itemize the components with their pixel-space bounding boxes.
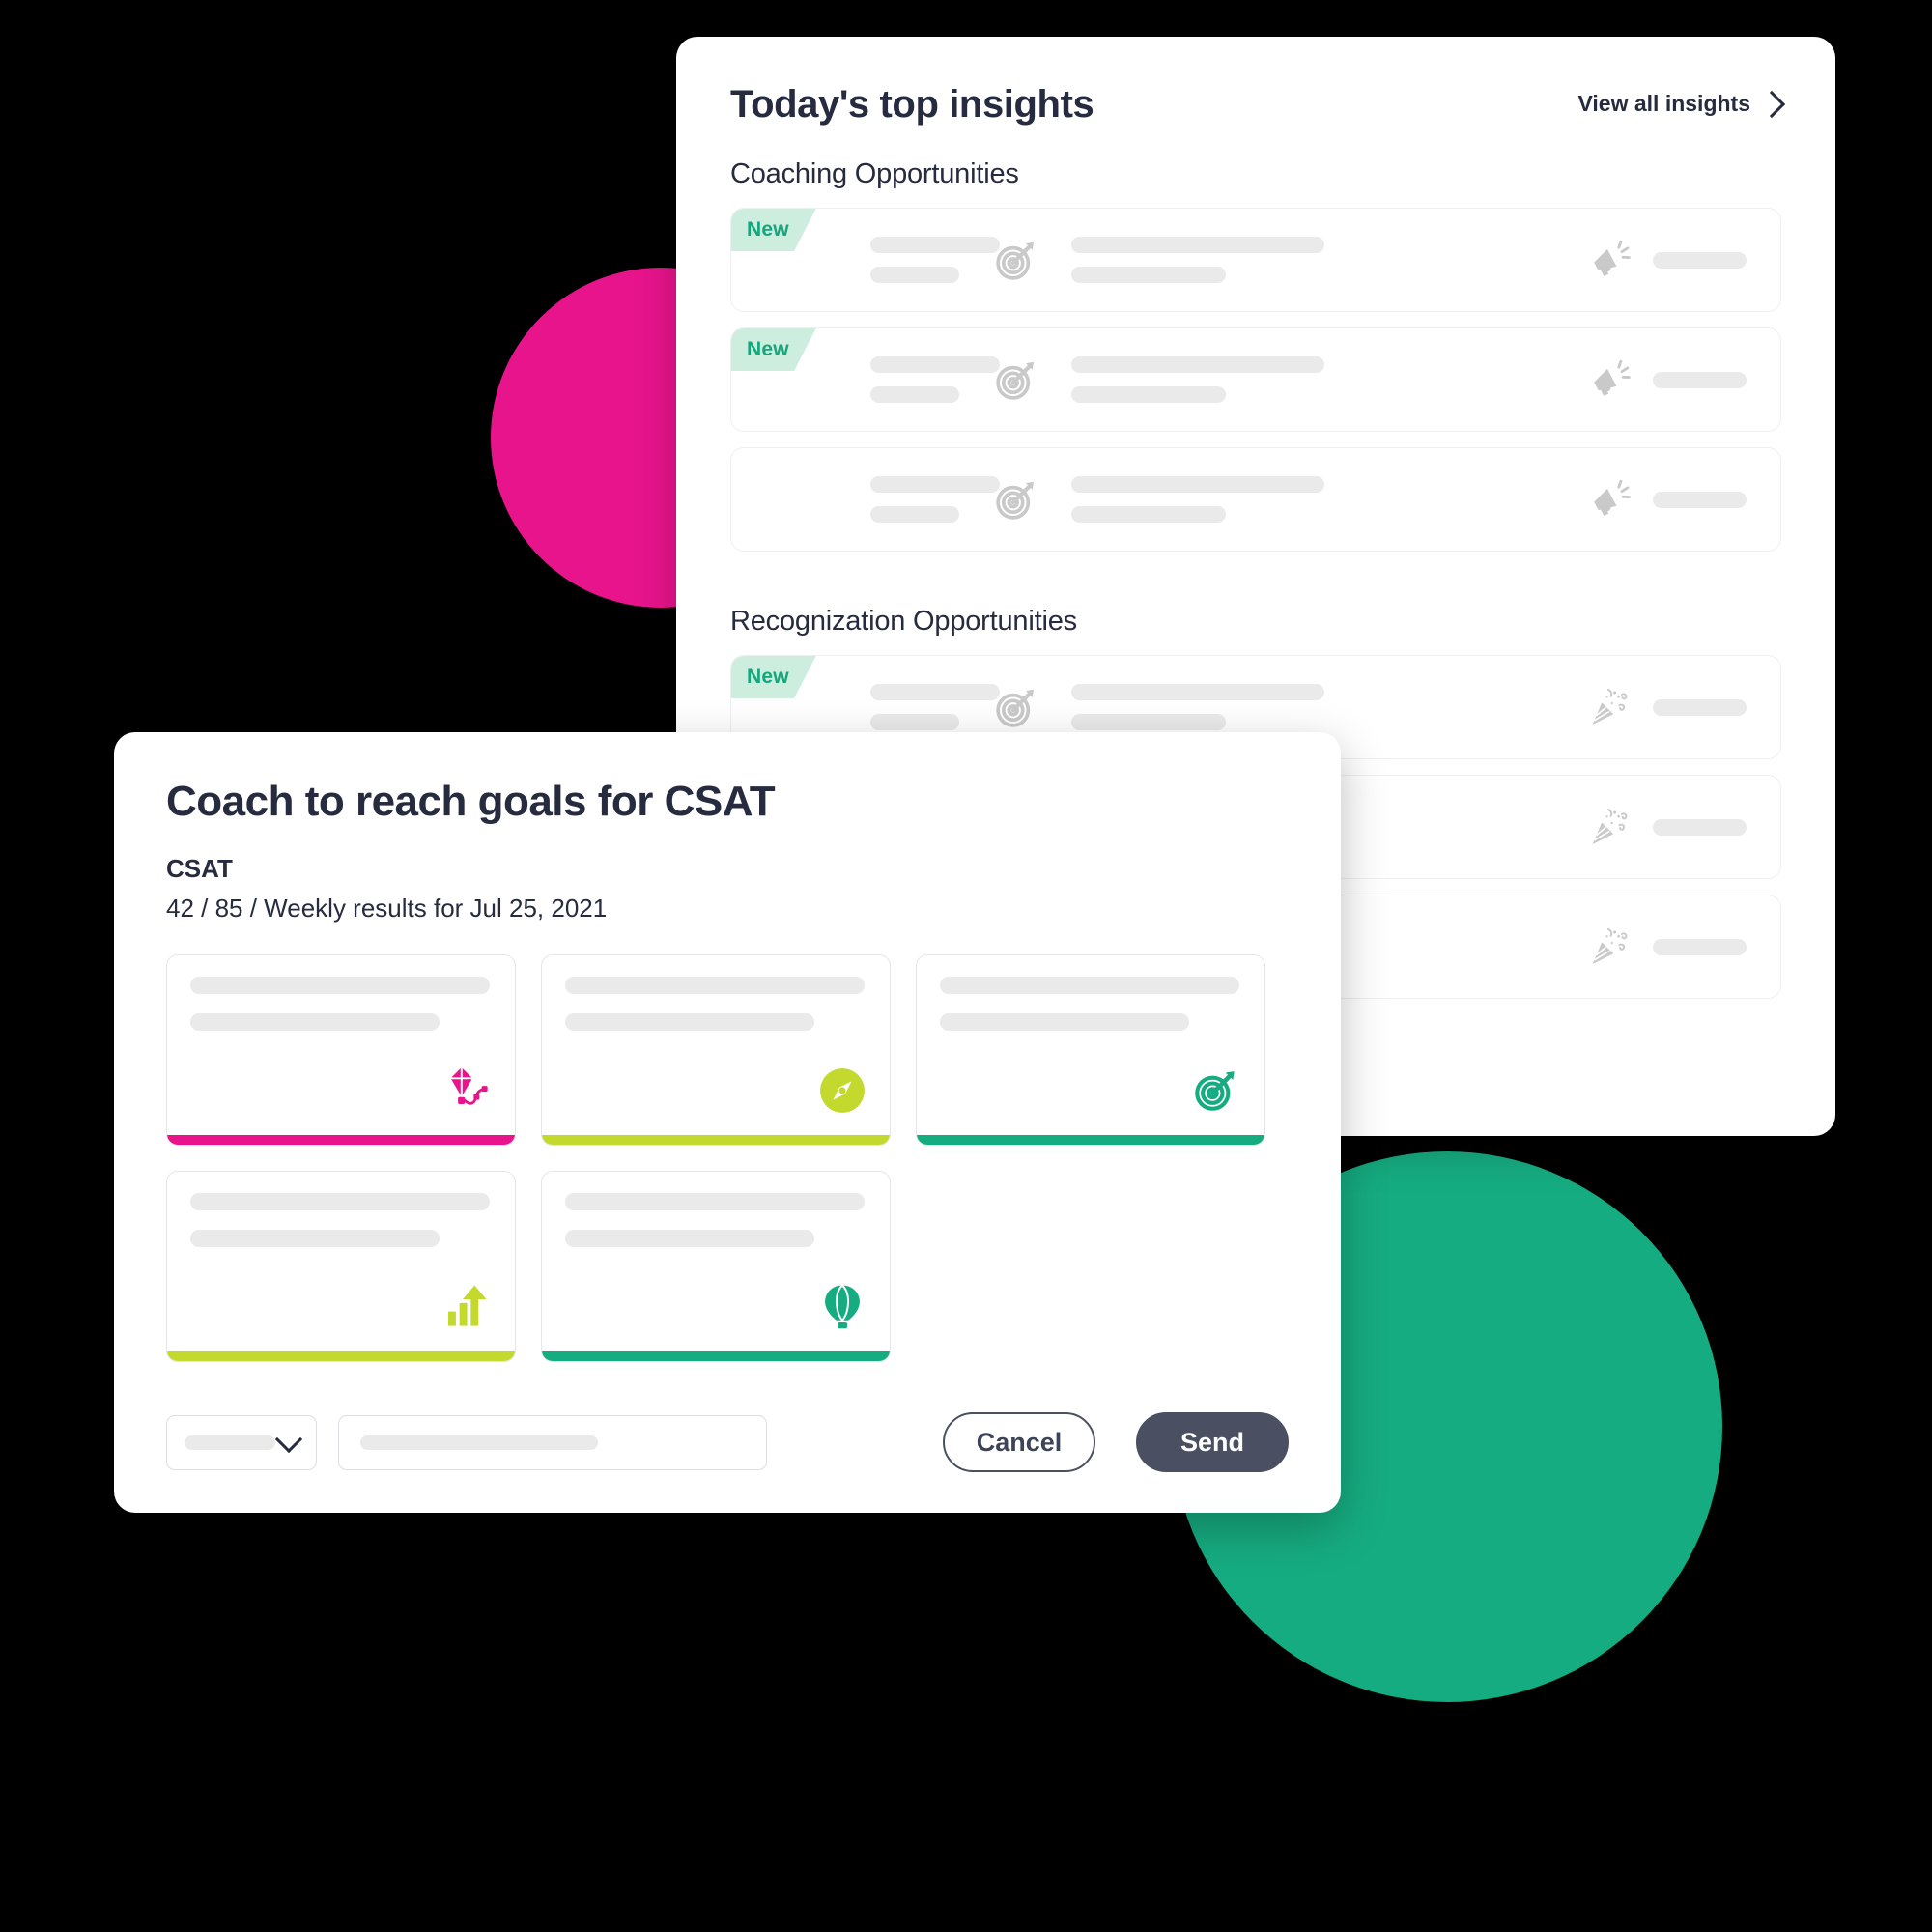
skeleton-line — [870, 684, 1000, 700]
view-all-insights-link[interactable]: View all insights — [1577, 90, 1786, 118]
skeleton-line — [190, 1230, 440, 1248]
skeleton-line — [870, 476, 1000, 493]
view-all-insights-label: View all insights — [1577, 91, 1750, 116]
insight-action-text — [1635, 491, 1780, 508]
skeleton-line — [1071, 386, 1226, 403]
target-icon — [986, 355, 1046, 405]
skeleton-line — [190, 1193, 490, 1211]
skeleton-line — [1071, 684, 1324, 700]
megaphone-icon[interactable] — [1585, 238, 1635, 282]
skeleton-line — [870, 714, 959, 730]
modal-subtitle: 42 / 85 / Weekly results for Jul 25, 202… — [166, 894, 608, 923]
skeleton-line — [1653, 818, 1747, 836]
skeleton-line — [870, 267, 959, 283]
recipient-select[interactable] — [166, 1414, 317, 1470]
megaphone-icon[interactable] — [1585, 477, 1635, 522]
send-button[interactable]: Send — [1136, 1412, 1289, 1472]
skeleton-line — [565, 977, 865, 995]
skeleton-line — [1071, 356, 1324, 373]
card-accent-bar — [542, 1135, 890, 1146]
target-icon — [986, 235, 1046, 285]
insight-detail-text — [1046, 684, 1585, 730]
compass-icon — [818, 1066, 867, 1120]
insights-header: Today's top insights View all insights — [730, 83, 1786, 126]
insight-detail-text — [1046, 476, 1585, 523]
modal-footer: Cancel Send — [166, 1412, 1289, 1472]
skeleton-line — [1071, 476, 1324, 493]
skeleton-line — [185, 1435, 275, 1450]
confetti-icon[interactable] — [1585, 685, 1635, 729]
card-accent-bar — [167, 1351, 515, 1362]
template-card[interactable] — [541, 1171, 891, 1363]
template-card[interactable] — [166, 954, 516, 1147]
confetti-icon[interactable] — [1585, 805, 1635, 849]
cancel-button[interactable]: Cancel — [943, 1412, 1095, 1472]
skeleton-line — [1071, 237, 1324, 253]
skeleton-line — [1653, 371, 1747, 388]
insight-row[interactable]: New — [730, 327, 1781, 432]
skeleton-line — [940, 977, 1239, 995]
card-accent-bar — [167, 1135, 515, 1146]
section-heading-recognization: Recognization Opportunities — [730, 606, 1077, 637]
skeleton-line — [1653, 698, 1747, 716]
skeleton-line — [565, 1193, 865, 1211]
chevron-right-icon — [1757, 90, 1786, 118]
skeleton-line — [1653, 938, 1747, 955]
insight-action-text — [1635, 938, 1780, 955]
insight-detail-text — [1046, 356, 1585, 403]
modal-title: Coach to reach goals for CSAT — [166, 778, 776, 825]
insight-action-text — [1635, 818, 1780, 836]
template-card[interactable] — [166, 1171, 516, 1363]
screen-root: Today's top insights View all insights C… — [0, 0, 1932, 1932]
message-input[interactable] — [338, 1414, 767, 1470]
skeleton-line — [1653, 251, 1747, 269]
insight-action-text — [1635, 371, 1780, 388]
skeleton-line — [565, 1230, 814, 1248]
bar-chart-up-icon — [443, 1283, 492, 1336]
skeleton-line — [940, 1013, 1189, 1032]
insight-primary-text — [731, 476, 1000, 523]
skeleton-line — [190, 977, 490, 995]
modal-metric-label: CSAT — [166, 854, 233, 884]
skeleton-line — [1071, 267, 1226, 283]
skeleton-line — [870, 386, 959, 403]
page-title: Today's top insights — [730, 83, 1094, 126]
kite-icon — [441, 1065, 492, 1120]
skeleton-line — [190, 1013, 440, 1032]
skeleton-line — [565, 1013, 814, 1032]
hot-air-balloon-icon — [818, 1283, 867, 1336]
skeleton-line — [1653, 491, 1747, 508]
skeleton-line — [870, 237, 1000, 253]
template-card[interactable] — [541, 954, 891, 1147]
template-card[interactable] — [916, 954, 1265, 1147]
skeleton-line — [360, 1435, 598, 1450]
insight-row[interactable] — [730, 447, 1781, 552]
coach-modal: Coach to reach goals for CSAT CSAT 42 / … — [114, 732, 1341, 1513]
insight-action-text — [1635, 698, 1780, 716]
section-heading-coaching: Coaching Opportunities — [730, 158, 1019, 189]
insight-row[interactable]: New — [730, 208, 1781, 312]
card-accent-bar — [917, 1135, 1264, 1146]
chevron-down-icon — [274, 1425, 303, 1453]
megaphone-icon[interactable] — [1585, 357, 1635, 402]
card-accent-bar — [542, 1351, 890, 1362]
target-icon — [986, 474, 1046, 525]
target-icon — [986, 682, 1046, 732]
skeleton-line — [870, 356, 1000, 373]
insight-action-text — [1635, 251, 1780, 269]
template-card-grid — [166, 954, 1267, 1363]
confetti-icon[interactable] — [1585, 924, 1635, 969]
target-icon — [1191, 1065, 1241, 1120]
skeleton-line — [870, 506, 959, 523]
skeleton-line — [1071, 714, 1226, 730]
insight-detail-text — [1046, 237, 1585, 283]
skeleton-line — [1071, 506, 1226, 523]
